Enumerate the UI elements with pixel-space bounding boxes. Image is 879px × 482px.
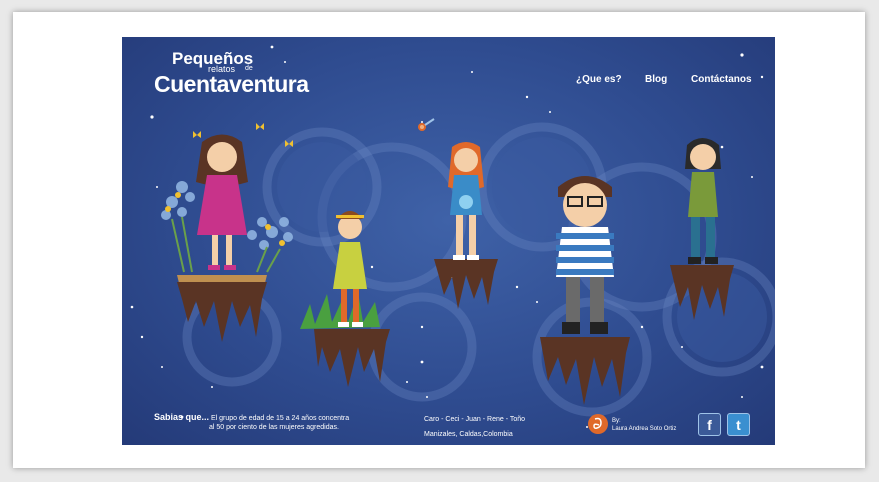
- sabias-que-line-2: al 50 por ciento de las mujeres agredida…: [209, 424, 339, 431]
- sabias-que-title: Sabias que...: [154, 412, 210, 422]
- illustration-scene: [130, 45, 775, 428]
- facebook-icon[interactable]: f: [698, 413, 721, 436]
- sabias-que-line-1: El grupo de edad de 15 a 24 años concent…: [210, 415, 350, 422]
- comet-icon: [418, 118, 435, 131]
- nav-link-que-es[interactable]: ¿Que es?: [576, 74, 622, 85]
- nav-link-blog[interactable]: Blog: [645, 74, 667, 85]
- author-name: Laura Andrea Soto Ortiz: [612, 426, 677, 432]
- footer-names: Caro - Ceci - Juan - Rene - Toño: [424, 416, 526, 423]
- nav-link-contactanos[interactable]: Contáctanos: [691, 74, 752, 85]
- stars: [130, 45, 764, 428]
- logo-line-4: Cuentaventura: [154, 71, 309, 97]
- website-canvas: Pequeños relatos de Cuentaventura ¿Que e…: [122, 37, 775, 445]
- footer-location: Manizales, Caldas,Colombia: [424, 431, 513, 438]
- author-logo-icon: [588, 414, 608, 434]
- sabias-que-block: Sabias que... El grupo de edad de 15 a 2…: [154, 413, 349, 432]
- twitter-icon[interactable]: t: [727, 413, 750, 436]
